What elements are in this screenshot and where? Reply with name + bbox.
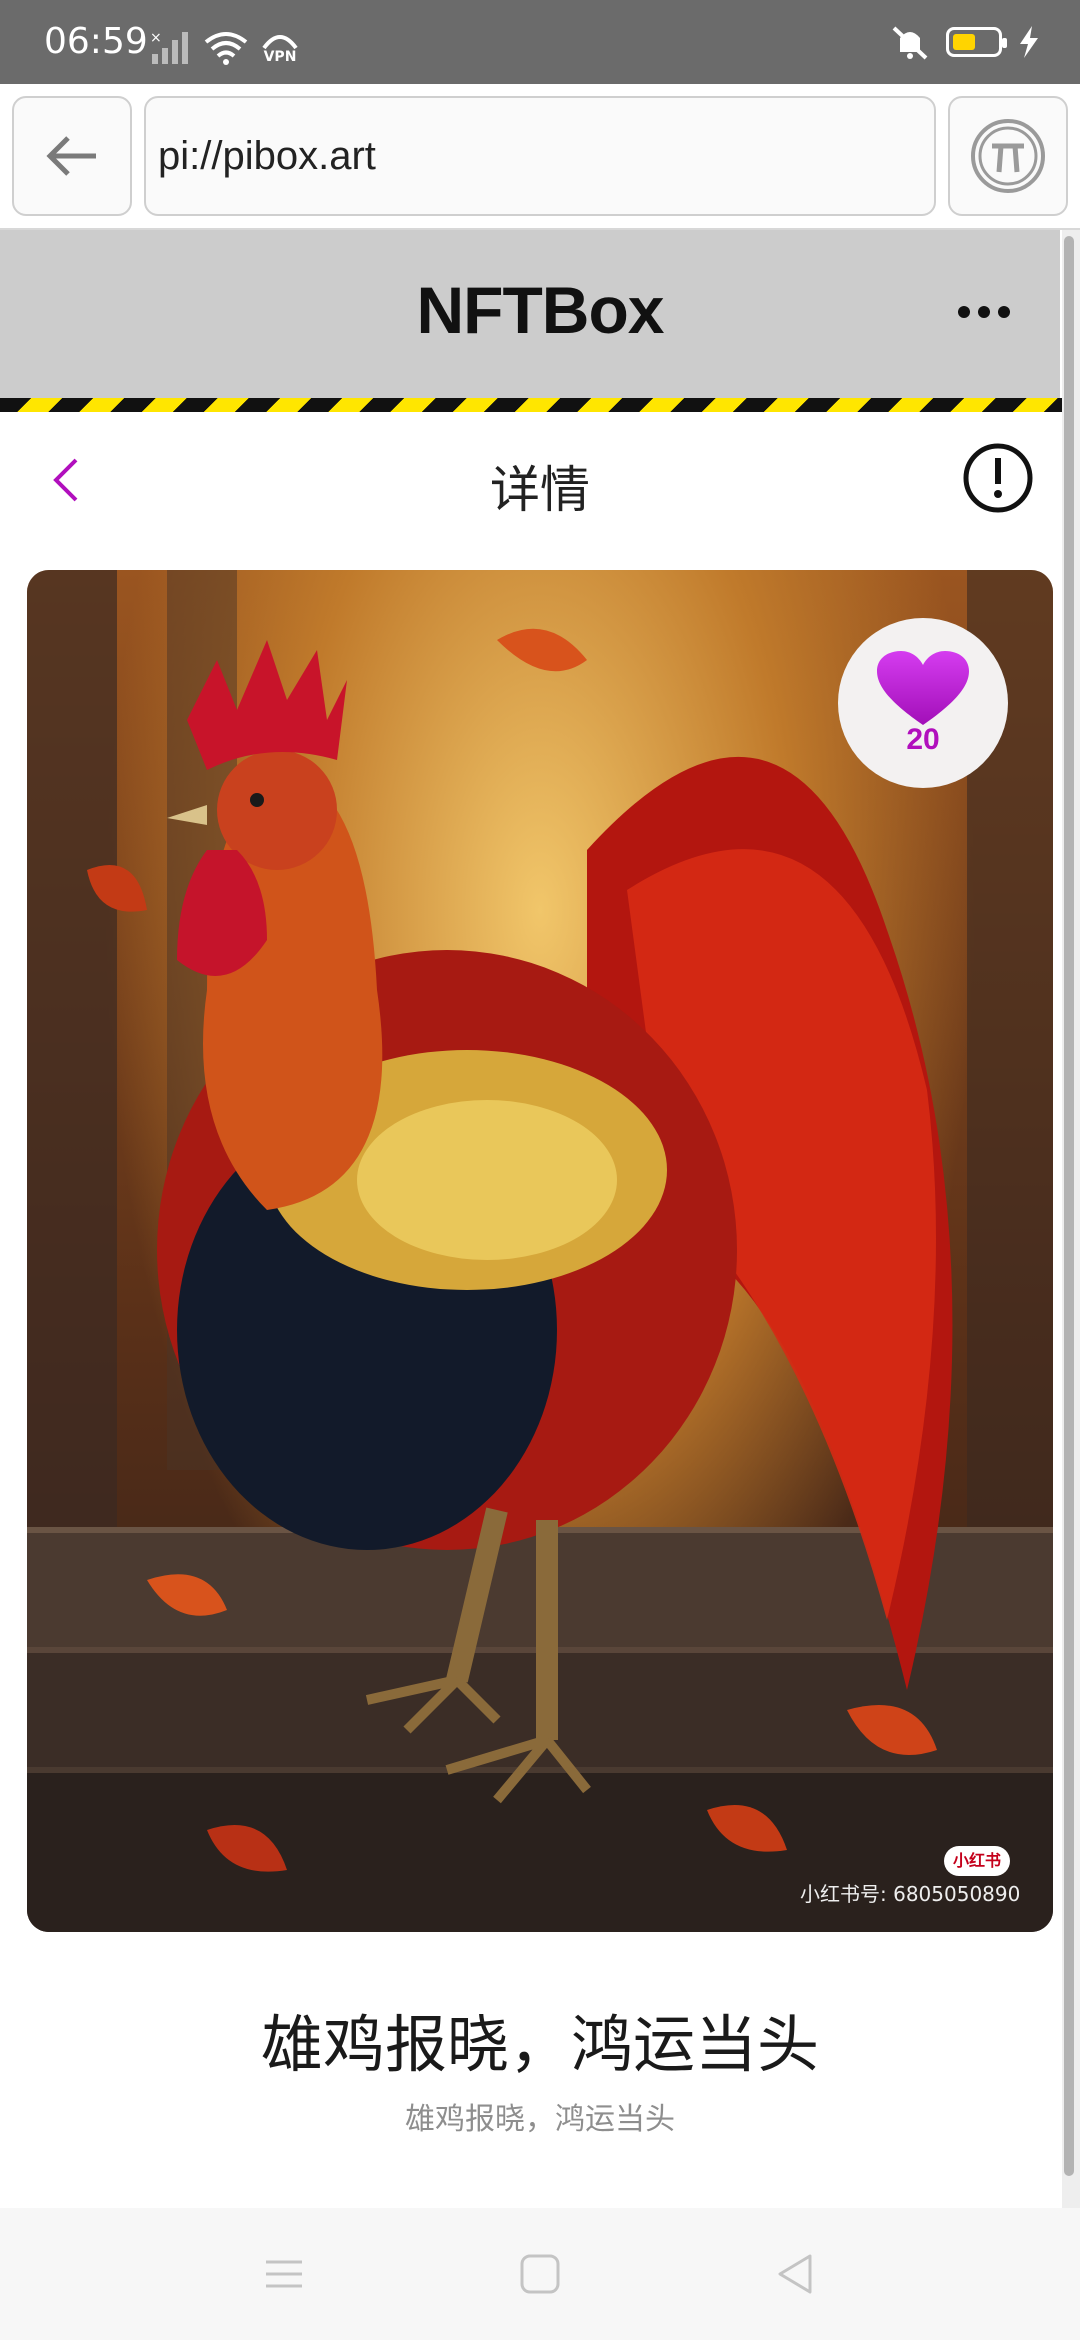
vpn-label: VPN xyxy=(263,49,297,65)
wifi-icon xyxy=(204,32,248,65)
hazard-stripe-divider xyxy=(0,398,1080,412)
browser-bar: pi://pibox.art xyxy=(0,84,1080,230)
artwork-title: 雄鸡报晓，鸿运当头 xyxy=(260,2008,819,2081)
status-icons-left: × VPN xyxy=(150,28,298,68)
watermark-logo: 小红书 xyxy=(944,1846,1010,1876)
mute-icon xyxy=(892,26,928,60)
svg-text:×: × xyxy=(150,30,162,46)
home-icon[interactable] xyxy=(518,2252,562,2296)
battery-level xyxy=(953,34,975,50)
detail-title: 详情 xyxy=(490,461,590,519)
vpn-icon: VPN xyxy=(262,32,298,64)
battery-icon xyxy=(946,27,1007,57)
system-nav-bar xyxy=(0,2208,1080,2340)
watermark-text: 小红书号: 6805050890 xyxy=(800,1882,1021,1906)
app-title: NFTBox xyxy=(416,273,665,347)
page-scrollbar-thumb[interactable] xyxy=(1064,236,1074,2176)
more-dots-icon[interactable] xyxy=(958,306,1010,318)
browser-back-button[interactable] xyxy=(12,96,132,216)
heart-icon xyxy=(877,651,969,725)
status-time: 06:59 xyxy=(44,21,148,62)
info-icon[interactable] xyxy=(962,442,1034,514)
like-count: 20 xyxy=(906,723,940,756)
detail-nav: 详情 xyxy=(0,412,1060,542)
like-button[interactable]: 20 xyxy=(838,618,1008,788)
status-bar: 06:59 × VPN xyxy=(0,0,1080,84)
artwork-subtitle: 雄鸡报晓，鸿运当头 xyxy=(405,2102,675,2137)
pi-logo-icon xyxy=(971,119,1045,193)
url-field[interactable]: pi://pibox.art xyxy=(144,96,936,216)
signal-icon: × xyxy=(150,30,188,64)
app-header: NFTBox xyxy=(0,230,1060,398)
charging-icon xyxy=(1020,26,1038,58)
arrow-left-icon xyxy=(46,136,96,176)
menu-icon[interactable] xyxy=(262,2252,306,2296)
back-icon[interactable] xyxy=(774,2252,818,2296)
status-icons-right xyxy=(890,24,1040,60)
pi-browser-button[interactable] xyxy=(948,96,1068,216)
